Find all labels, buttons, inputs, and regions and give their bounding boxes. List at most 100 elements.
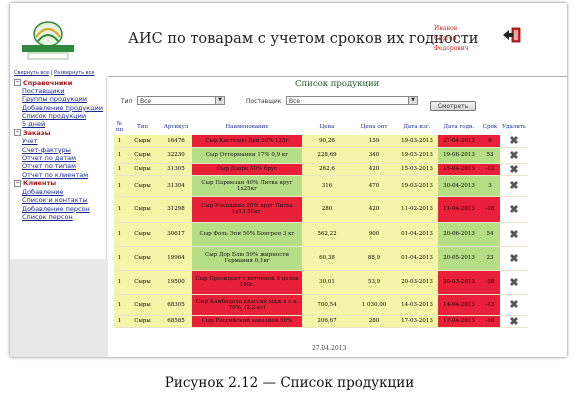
sidebar: − Справочники Поставщики Группы продукции… bbox=[14, 78, 106, 221]
product-term-cell: -38 bbox=[480, 270, 500, 295]
column-header-date-made: Дата изг. bbox=[396, 119, 438, 135]
section-title: Заказы bbox=[23, 128, 51, 137]
product-type-cell: Сыры bbox=[125, 163, 160, 176]
product-date-made-cell: 20-03-2013 bbox=[396, 270, 438, 295]
delete-cell: ✖ bbox=[500, 196, 528, 223]
user-name: Иванов Сергей Федорович bbox=[434, 24, 494, 54]
delete-cell: ✖ bbox=[500, 163, 528, 176]
sidebar-item-invoices[interactable]: Счет-фактуры bbox=[14, 146, 106, 154]
type-filter-label: Тип bbox=[121, 98, 133, 105]
collapse-toggle-icon[interactable]: − bbox=[14, 129, 21, 137]
product-price-opt-cell: 1 030,00 bbox=[352, 294, 396, 316]
supplier-filter-select[interactable]: Все ▼ bbox=[286, 96, 418, 105]
sidebar-item-5-days[interactable]: 5 дней bbox=[14, 120, 106, 128]
section-title: Справочники bbox=[23, 78, 73, 87]
exit-door-icon[interactable] bbox=[502, 27, 522, 43]
product-price-cell: 280 bbox=[302, 196, 352, 223]
sidebar-item-person-list[interactable]: Список персон bbox=[14, 213, 106, 221]
sidebar-item-add-client[interactable]: Добавление bbox=[14, 188, 106, 196]
sidebar-item-report-types[interactable]: Отчет по типам bbox=[14, 162, 106, 170]
delete-x-icon[interactable]: ✖ bbox=[509, 252, 518, 265]
sidebar-item-client-contacts[interactable]: Список и контакты bbox=[14, 196, 106, 204]
row-number-cell: 1 bbox=[114, 270, 125, 295]
sidebar-item-accounting[interactable]: Учет bbox=[14, 137, 106, 145]
sidebar-section-directories[interactable]: − Справочники bbox=[14, 78, 106, 87]
product-price-opt-cell: 340 bbox=[352, 147, 396, 164]
page-title: Список продукции bbox=[295, 79, 380, 89]
delete-cell: ✖ bbox=[500, 147, 528, 164]
product-article-cell: 31298 bbox=[160, 196, 192, 223]
table-row: 1 Сыры 32230 Сыр Оттерманни 17% 0,9 кг 228,6… bbox=[114, 147, 528, 164]
product-price-cell: 228,69 bbox=[302, 147, 352, 164]
type-filter-select[interactable]: Все ▼ bbox=[137, 96, 225, 105]
product-name-cell: Сыр Президент с ветчиной 8 долек 140г. bbox=[192, 270, 302, 295]
view-button[interactable]: Смотреть bbox=[430, 101, 476, 111]
table-row: 1 Сыры 31298 Сыр Рокишкио 50% круг Литва 1x… bbox=[114, 196, 528, 223]
sidebar-item-report-clients[interactable]: Отчет по клиентам bbox=[14, 171, 106, 179]
product-article-cell: 16476 bbox=[160, 135, 192, 148]
product-price-opt-cell: 280 bbox=[352, 315, 396, 328]
product-date-exp-cell: 30-04-2013 bbox=[438, 175, 480, 197]
product-price-opt-cell: 420 bbox=[352, 163, 396, 176]
product-name-cell: Сыр Дор Блю 50% жирности Германия 0,1кг bbox=[192, 246, 302, 271]
product-table: № пп Тип Артикул Наименование Цена Цена … bbox=[114, 119, 528, 328]
delete-x-icon[interactable]: ✖ bbox=[509, 134, 518, 147]
column-header-price-opt: Цена опт bbox=[352, 119, 396, 135]
table-row: 1 Сыры 16476 Сыр Кастелло Бри 50% 125г 90,26… bbox=[114, 134, 528, 148]
sidebar-item-report-dates[interactable]: Отчет по датам bbox=[14, 154, 106, 162]
product-term-cell: -13 bbox=[480, 294, 500, 316]
product-price-cell: 60,38 bbox=[302, 246, 352, 271]
product-article-cell: 31304 bbox=[160, 175, 192, 197]
product-term-cell: 3 bbox=[480, 175, 500, 197]
delete-cell: ✖ bbox=[500, 294, 528, 316]
product-name-cell: Сыр Оттерманни 17% 0,9 кг bbox=[192, 147, 302, 164]
section-title: Клиенты bbox=[23, 179, 57, 188]
collapse-all-link[interactable]: Свернуть все bbox=[14, 70, 49, 76]
collapse-toggle-icon[interactable]: − bbox=[14, 79, 21, 86]
sidebar-item-product-groups[interactable]: Группы продукции bbox=[14, 95, 106, 103]
delete-x-icon[interactable]: ✖ bbox=[509, 179, 518, 192]
row-number-cell: 1 bbox=[114, 147, 125, 164]
column-header-article: Артикул bbox=[160, 119, 192, 135]
dropdown-arrow-icon: ▼ bbox=[408, 97, 417, 104]
product-article-cell: 30617 bbox=[160, 222, 192, 247]
product-date-made-cell: 11-02-2013 bbox=[396, 196, 438, 223]
expand-all-link[interactable]: Развернуть все bbox=[54, 70, 94, 76]
product-type-cell: Сыры bbox=[125, 135, 160, 148]
column-header-date-exp: Дата годн. bbox=[438, 119, 480, 135]
sidebar-item-product-list[interactable]: Список продукции bbox=[14, 112, 106, 120]
app-screenshot: АИС по товарам с учетом сроков их годнос… bbox=[10, 3, 567, 357]
supplier-filter-value: Все bbox=[289, 98, 301, 105]
sidebar-item-add-product[interactable]: Добавление продукции bbox=[14, 104, 106, 112]
sidebar-expand-links: Свернуть все | Развернуть все bbox=[14, 70, 94, 76]
delete-cell: ✖ bbox=[500, 175, 528, 197]
delete-x-icon[interactable]: ✖ bbox=[509, 298, 518, 311]
delete-x-icon[interactable]: ✖ bbox=[509, 276, 518, 289]
delete-x-icon[interactable]: ✖ bbox=[509, 203, 518, 216]
sidebar-empty-area bbox=[10, 259, 108, 357]
row-number-cell: 1 bbox=[114, 246, 125, 271]
product-name-cell: Сыр Дзаро 50% брус bbox=[192, 163, 302, 176]
product-article-cell: 19964 bbox=[160, 246, 192, 271]
product-price-cell: 700,54 bbox=[302, 294, 352, 316]
sidebar-section-clients[interactable]: − Клиенты bbox=[14, 179, 106, 188]
row-number-cell: 1 bbox=[114, 135, 125, 148]
sidebar-item-suppliers[interactable]: Поставщики bbox=[14, 87, 106, 95]
sidebar-section-orders[interactable]: − Заказы bbox=[14, 128, 106, 137]
sidebar-item-add-person[interactable]: Добавление персон bbox=[14, 205, 106, 213]
delete-cell: ✖ bbox=[500, 222, 528, 247]
delete-x-icon[interactable]: ✖ bbox=[509, 228, 518, 241]
product-term-cell: 23 bbox=[480, 246, 500, 271]
product-date-made-cell: 01-04-2013 bbox=[396, 222, 438, 247]
product-date-made-cell: 01-04-2013 bbox=[396, 246, 438, 271]
delete-x-icon[interactable]: ✖ bbox=[509, 163, 518, 176]
collapse-toggle-icon[interactable]: − bbox=[14, 179, 21, 187]
column-header-term: Срок bbox=[480, 119, 500, 135]
delete-x-icon[interactable]: ✖ bbox=[509, 315, 518, 328]
product-term-cell: -12 bbox=[480, 163, 500, 176]
row-number-cell: 1 bbox=[114, 175, 125, 197]
product-name-cell: Сыр Пармезан 40% Литва круг 1x25кг bbox=[192, 175, 302, 197]
top-divider bbox=[108, 76, 567, 77]
delete-x-icon[interactable]: ✖ bbox=[509, 149, 518, 162]
delete-cell: ✖ bbox=[500, 246, 528, 271]
